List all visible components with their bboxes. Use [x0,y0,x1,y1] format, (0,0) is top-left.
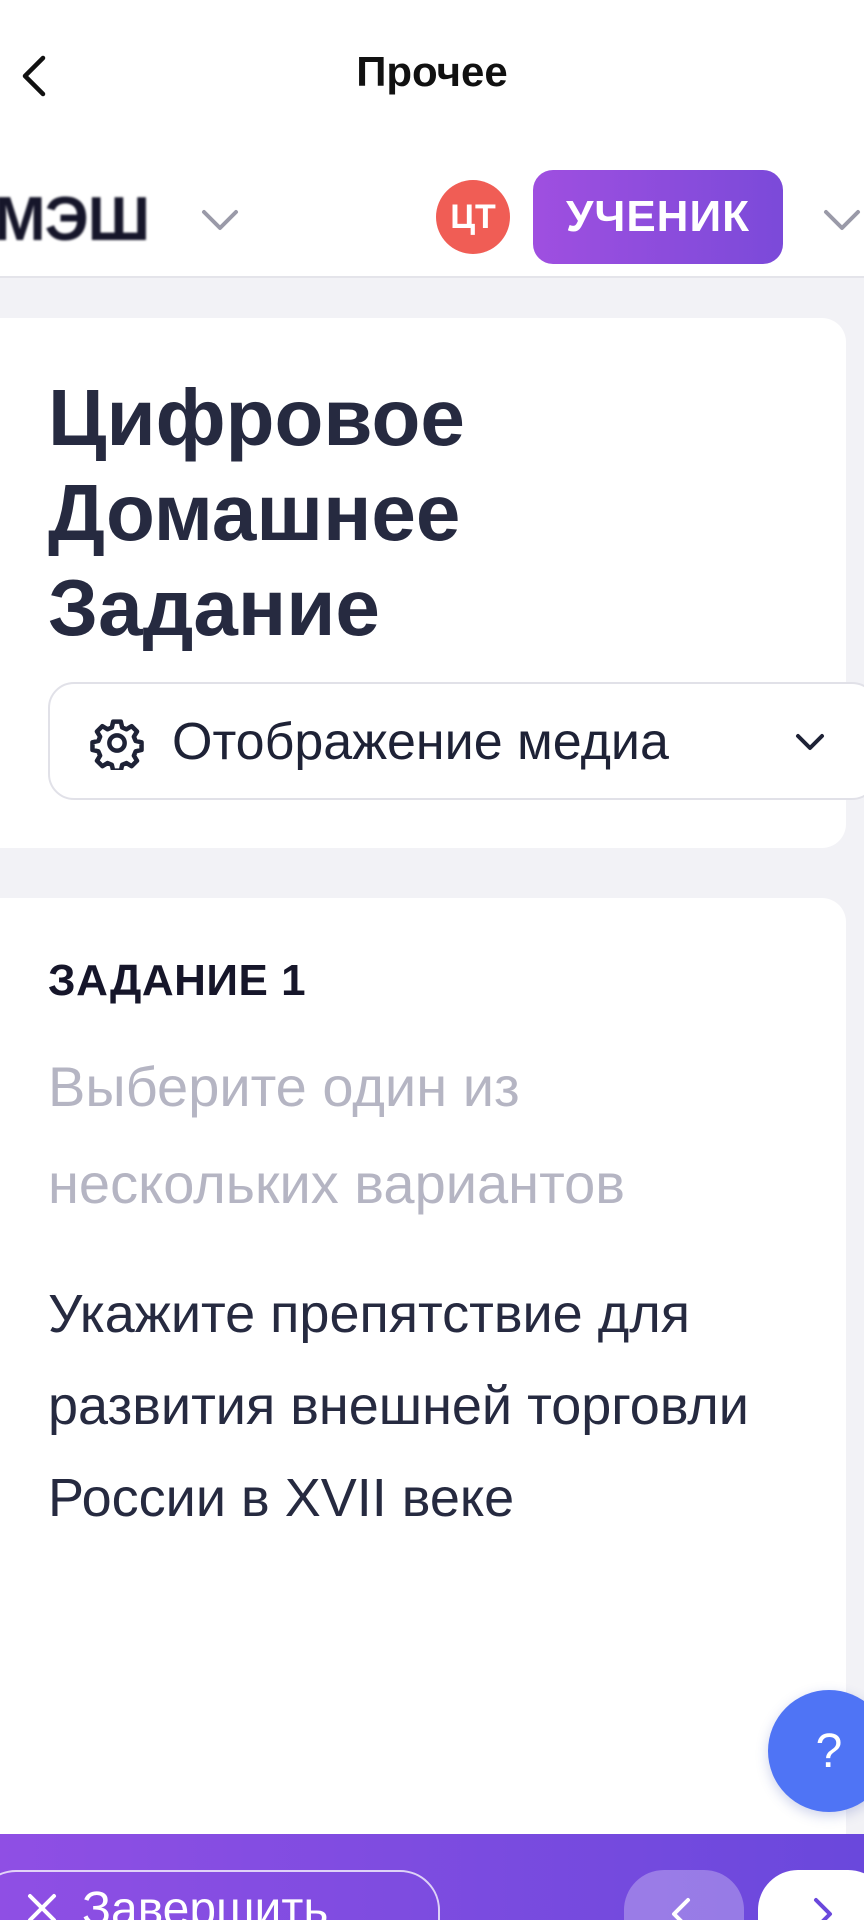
chevron-down-icon [796,734,824,750]
close-icon [28,1894,56,1920]
next-task-button[interactable] [758,1870,864,1920]
page-title: Цифровое Домашнее Задание [48,373,465,652]
chevron-left-icon [672,1898,690,1920]
title-card: Цифровое Домашнее Задание Отображение ме… [0,318,864,848]
finish-button-label: Завершить [82,1883,329,1920]
task-card: ЗАДАНИЕ 1 Выберите один из нескольких ва… [0,898,846,1920]
gear-icon [90,719,144,770]
profile-chevron-down-icon[interactable] [818,202,864,238]
task-question: Укажите препятствие для развития внешней… [48,1284,749,1528]
avatar[interactable]: ЦТ [436,180,510,254]
brand-chevron-down-icon[interactable] [196,202,244,238]
chevron-right-icon [814,1898,832,1920]
app-header: МЭШ ЦТ УЧЕНИК [0,150,864,278]
task-number: ЗАДАНИЕ 1 [48,956,307,1005]
navigation-bar: Прочее [0,0,864,150]
nav-title: Прочее [356,48,508,95]
media-display-dropdown[interactable]: Отображение медиа [48,682,864,800]
bottom-action-bar: Завершить [0,1834,864,1920]
previous-task-button[interactable] [624,1870,744,1920]
finish-button[interactable]: Завершить [0,1870,440,1920]
brand-logo[interactable]: МЭШ [0,184,150,255]
role-badge[interactable]: УЧЕНИК [533,170,783,264]
media-dropdown-label: Отображение медиа [172,713,669,771]
task-hint: Выберите один из нескольких вариантов [48,1055,625,1215]
